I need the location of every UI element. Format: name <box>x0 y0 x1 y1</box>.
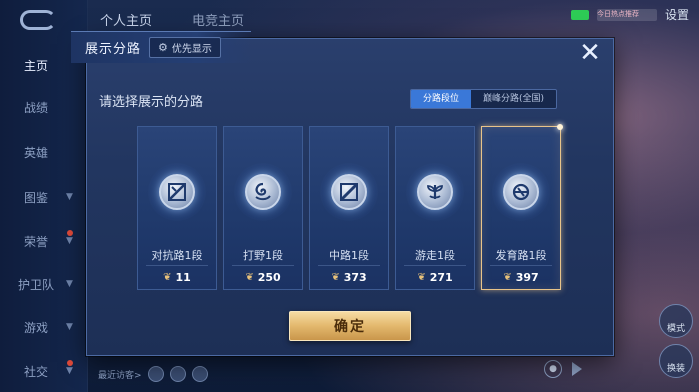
laurel-icon: ❦ <box>331 272 340 283</box>
lane-count-value: 11 <box>175 271 191 284</box>
lane-label: 中路1段 <box>329 249 369 262</box>
visitor-avatar-icon <box>147 366 164 382</box>
gear-icon: ⚙ <box>158 41 168 54</box>
lane-count: ❦ 373 <box>310 271 388 284</box>
chevron-down-icon: ▼ <box>66 366 73 376</box>
notice-bar[interactable]: 今日热点推荐 <box>596 8 657 21</box>
sidebar-item-guard[interactable]: 护卫队 ▼ <box>0 269 88 299</box>
lane-card-roam[interactable]: 游走1段 ❦ 271 <box>395 126 475 290</box>
lane-card-farm[interactable]: 发育路1段 ❦ 397 <box>481 124 563 290</box>
tab-lane-rank[interactable]: 分路段位 <box>410 90 471 108</box>
sidebar-item-heroes[interactable]: 英雄 <box>0 137 88 167</box>
lane-display-modal: 展示分路 ⚙ 优先显示 ✕ 请选择展示的分路 分路段位 巅峰分路(全国) 对抗路… <box>71 31 614 356</box>
sidebar-item-social[interactable]: 社交 ▼ <box>0 356 88 386</box>
modal-title: 展示分路 <box>85 42 142 57</box>
lane-count-value: 250 <box>257 271 281 284</box>
sidebar-item-codex[interactable]: 图鉴 ▼ <box>0 182 88 212</box>
lane-card-clash[interactable]: 对抗路1段 ❦ 11 <box>137 126 217 290</box>
change-outfit-button[interactable]: 换装 <box>659 344 693 378</box>
top-tabs: 个人主页 电竞主页 <box>100 10 244 30</box>
play-icon[interactable] <box>572 362 582 376</box>
emblem-glow <box>234 163 292 221</box>
visitor-avatar-icon <box>191 366 208 382</box>
sidebar-item-record[interactable]: 战绩 <box>0 92 88 122</box>
lane-card-jungle[interactable]: 打野1段 ❦ 250 <box>223 126 303 290</box>
card-divider <box>318 265 380 266</box>
priority-display-button[interactable]: ⚙ 优先显示 <box>149 37 221 58</box>
lane-label: 游走1段 <box>415 249 455 262</box>
modal-header: 展示分路 ⚙ 优先显示 <box>71 31 251 63</box>
sidebar-item-label: 护卫队 <box>18 277 55 292</box>
clash-lane-icon <box>159 174 195 210</box>
emblem-glow <box>320 163 378 221</box>
lane-count: ❦ 397 <box>482 271 560 284</box>
lane-count: ❦ 271 <box>396 271 474 284</box>
change-outfit-label: 换装 <box>666 364 685 374</box>
story-mode-label: 模式 <box>666 324 685 334</box>
confirm-button[interactable]: 确定 <box>289 311 411 341</box>
lane-label: 对抗路1段 <box>151 249 203 262</box>
lane-count-value: 271 <box>429 271 453 284</box>
settings-button[interactable]: 设置 <box>665 6 689 23</box>
back-button[interactable] <box>20 10 56 30</box>
chevron-down-icon: ▼ <box>66 279 73 289</box>
card-divider <box>404 265 466 266</box>
sidebar-item-label: 图鉴 <box>24 190 49 205</box>
visitor-avatar-icon <box>169 366 186 382</box>
laurel-icon: ❦ <box>163 272 172 283</box>
sidebar-item-label: 游戏 <box>24 320 49 335</box>
mid-lane-icon <box>331 174 367 210</box>
card-divider <box>490 265 552 266</box>
sidebar-item-honor[interactable]: 荣誉 ▼ <box>0 226 88 256</box>
roam-icon <box>417 174 453 210</box>
sidebar-item-label: 战绩 <box>24 100 49 115</box>
recent-visitors-label: 最近访客> <box>98 370 142 381</box>
recent-visitors[interactable]: 最近访客> <box>98 366 208 382</box>
lane-label: 打野1段 <box>243 249 283 262</box>
laurel-icon: ❦ <box>503 272 512 283</box>
network-status-icon <box>570 9 589 20</box>
priority-display-label: 优先显示 <box>171 44 212 55</box>
lane-count-value: 373 <box>343 271 367 284</box>
jungle-icon <box>245 174 281 210</box>
sidebar-item-label: 主页 <box>24 58 49 73</box>
lane-cards: 对抗路1段 ❦ 11 打野1段 ❦ 250 中路1段 ❦ 373 游走1段 ❦ … <box>137 124 563 290</box>
camera-icon[interactable]: ● <box>544 360 562 378</box>
lane-count: ❦ 11 <box>138 271 216 284</box>
emblem-glow <box>148 163 206 221</box>
laurel-icon: ❦ <box>417 272 426 283</box>
farm-lane-icon <box>503 174 539 210</box>
tab-esports-home[interactable]: 电竞主页 <box>192 10 244 30</box>
card-divider <box>146 265 208 266</box>
tab-peak-lane-national[interactable]: 巅峰分路(全国) <box>470 90 556 108</box>
lane-card-mid[interactable]: 中路1段 ❦ 373 <box>309 126 389 290</box>
playback-controls: ● <box>544 360 582 378</box>
card-divider <box>232 265 294 266</box>
sidebar-item-label: 英雄 <box>24 145 49 160</box>
tab-personal-home[interactable]: 个人主页 <box>100 10 152 30</box>
lane-count-value: 397 <box>515 271 539 284</box>
chevron-down-icon: ▼ <box>66 192 73 202</box>
chevron-down-icon: ▼ <box>66 236 73 246</box>
laurel-icon: ❦ <box>245 272 254 283</box>
top-right-bar: 今日热点推荐 设置 <box>570 6 689 23</box>
sidebar-item-label: 荣誉 <box>24 234 49 249</box>
lane-count: ❦ 250 <box>224 271 302 284</box>
sidebar-item-label: 社交 <box>24 364 49 379</box>
chevron-down-icon: ▼ <box>66 322 73 332</box>
ranking-toggle: 分路段位 巅峰分路(全国) <box>409 89 557 109</box>
story-mode-button[interactable]: 模式 <box>659 304 693 338</box>
emblem-glow <box>406 163 464 221</box>
selection-spark <box>557 124 563 130</box>
modal-prompt: 请选择展示的分路 <box>99 95 204 110</box>
sidebar-item-games[interactable]: 游戏 ▼ <box>0 312 88 342</box>
emblem-glow <box>492 163 550 221</box>
lane-label: 发育路1段 <box>495 249 547 262</box>
close-button[interactable]: ✕ <box>575 39 605 69</box>
